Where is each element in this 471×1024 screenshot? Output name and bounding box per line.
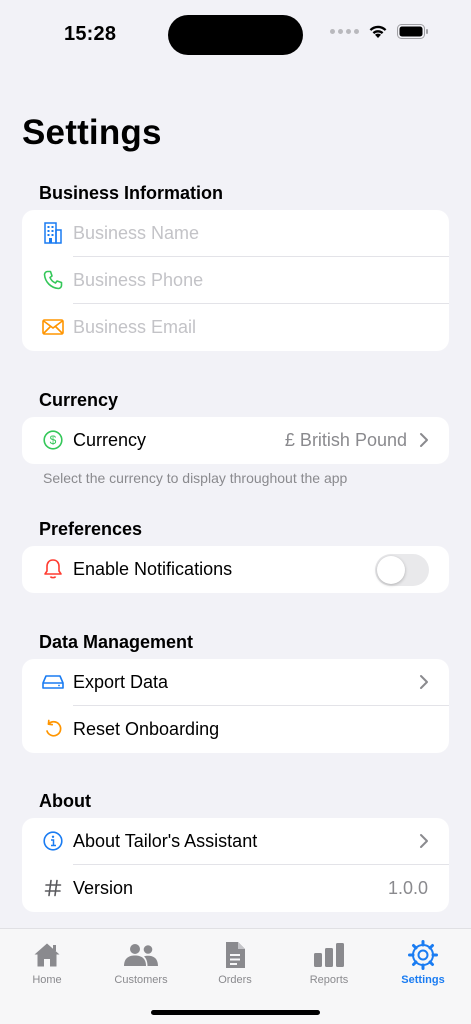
reset-onboarding-label: Reset Onboarding	[73, 719, 220, 739]
status-bar: 15:28	[0, 0, 471, 70]
house-icon	[0, 939, 94, 971]
tab-label-customers: Customers	[114, 974, 168, 986]
svg-text:$: $	[50, 433, 57, 447]
chevron-right-icon	[419, 674, 429, 695]
status-icons	[330, 24, 429, 39]
phone-icon	[42, 269, 64, 291]
tab-label-reports: Reports	[309, 974, 349, 986]
notifications-row: Enable Notifications	[22, 546, 449, 593]
about-app-label: About Tailor's Assistant	[73, 831, 258, 851]
currency-value: £ British Pound	[284, 430, 407, 450]
currency-footnote: Select the currency to display throughou…	[43, 470, 348, 486]
section-header-business: Business Information	[39, 183, 224, 203]
tab-home[interactable]: Home	[0, 939, 94, 986]
tab-label-orders: Orders	[218, 974, 252, 986]
dynamic-island	[168, 15, 303, 55]
version-value: 1.0.0	[387, 878, 428, 898]
business-name-row[interactable]: Business Name	[22, 210, 449, 257]
export-data-row[interactable]: Export Data	[22, 659, 449, 706]
number-sign-icon	[42, 877, 64, 899]
preferences-card: Enable Notifications	[22, 546, 449, 593]
tab-customers[interactable]: Customers	[94, 939, 188, 986]
tab-label-settings: Settings	[401, 974, 445, 986]
version-label: Version	[73, 878, 134, 898]
envelope-icon	[42, 316, 64, 338]
business-info-card: Business Name Business Phone Business Em…	[22, 210, 449, 351]
section-header-currency: Currency	[39, 390, 119, 410]
chevron-right-icon	[419, 833, 429, 854]
section-header-data-management: Data Management	[39, 632, 194, 652]
currency-row[interactable]: $ Currency £ British Pound	[22, 417, 449, 464]
chevron-right-icon	[419, 432, 429, 453]
building-icon	[42, 222, 64, 244]
section-header-preferences: Preferences	[39, 519, 143, 539]
reset-onboarding-row[interactable]: Reset Onboarding	[22, 706, 449, 753]
toggle-knob	[377, 556, 405, 584]
battery-icon	[397, 24, 428, 39]
page-title: Settings	[22, 113, 162, 152]
home-indicator	[151, 1010, 320, 1015]
notifications-toggle[interactable]	[375, 554, 429, 586]
tab-orders[interactable]: Orders	[188, 939, 282, 986]
bar-chart-icon	[282, 939, 376, 971]
drive-icon	[42, 671, 64, 693]
info-circle-icon	[42, 830, 64, 852]
signal-icon	[330, 29, 359, 34]
bell-icon	[42, 558, 64, 580]
people-icon	[94, 939, 188, 971]
about-app-row[interactable]: About Tailor's Assistant	[22, 818, 449, 865]
reset-arrow-icon	[42, 718, 64, 740]
about-card: About Tailor's Assistant Version 1.0.0	[22, 818, 449, 912]
section-header-about: About	[39, 791, 91, 811]
tab-reports[interactable]: Reports	[282, 939, 376, 986]
data-management-card: Export Data Reset Onboarding	[22, 659, 449, 753]
business-email-input[interactable]: Business Email	[73, 317, 196, 338]
business-phone-input[interactable]: Business Phone	[73, 270, 203, 291]
currency-label: Currency	[73, 430, 147, 450]
gear-icon	[376, 939, 470, 971]
business-phone-row[interactable]: Business Phone	[22, 257, 449, 304]
business-name-input[interactable]: Business Name	[73, 223, 199, 244]
export-data-label: Export Data	[73, 672, 169, 692]
document-icon	[188, 939, 282, 971]
business-email-row[interactable]: Business Email	[22, 304, 449, 351]
tab-label-home: Home	[32, 974, 62, 986]
wifi-icon	[369, 25, 387, 38]
tab-settings[interactable]: Settings	[376, 939, 470, 986]
version-row: Version 1.0.0	[22, 865, 449, 912]
status-time: 15:28	[64, 23, 117, 45]
notifications-label: Enable Notifications	[73, 559, 233, 579]
currency-card: $ Currency £ British Pound	[22, 417, 449, 464]
dollar-circle-icon: $	[42, 429, 64, 451]
